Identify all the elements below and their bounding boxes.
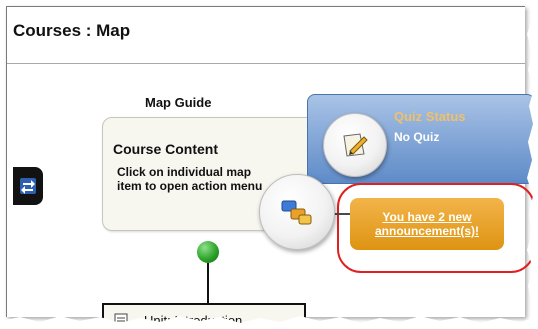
map-connector-line <box>207 263 209 303</box>
map-guide-label: Map Guide <box>145 95 212 110</box>
announcements-line-2: announcement(s)! <box>374 224 479 238</box>
torn-edge-bottom <box>0 316 538 329</box>
torn-edge-right <box>527 0 538 329</box>
green-status-dot <box>197 241 219 263</box>
course-content-instructions: Click on individual map item to open act… <box>117 165 263 193</box>
pencil-paper-icon <box>343 133 368 157</box>
course-content-title: Course Content <box>113 141 218 157</box>
page: Courses : Map Map Guide Course Content C… <box>6 6 535 329</box>
side-panel-toggle[interactable] <box>13 167 43 205</box>
page-title: Courses : Map <box>13 21 131 40</box>
screenshot-frame: Courses : Map Map Guide Course Content C… <box>0 0 538 329</box>
announcements-link[interactable]: You have 2 new announcement(s)! <box>375 210 479 238</box>
quiz-status-value: No Quiz <box>394 130 440 144</box>
content-blocks-icon <box>281 200 312 225</box>
announcements-line-1: You have 2 new <box>382 210 472 224</box>
announcements-button[interactable]: You have 2 new announcement(s)! <box>350 198 504 250</box>
quiz-status-button[interactable] <box>323 113 387 177</box>
page-header: Courses : Map <box>7 7 525 64</box>
quiz-status-title: Quiz Status <box>394 109 466 124</box>
swap-arrows-icon <box>20 178 36 194</box>
course-content-button[interactable] <box>259 174 335 250</box>
connector-line <box>333 213 351 215</box>
